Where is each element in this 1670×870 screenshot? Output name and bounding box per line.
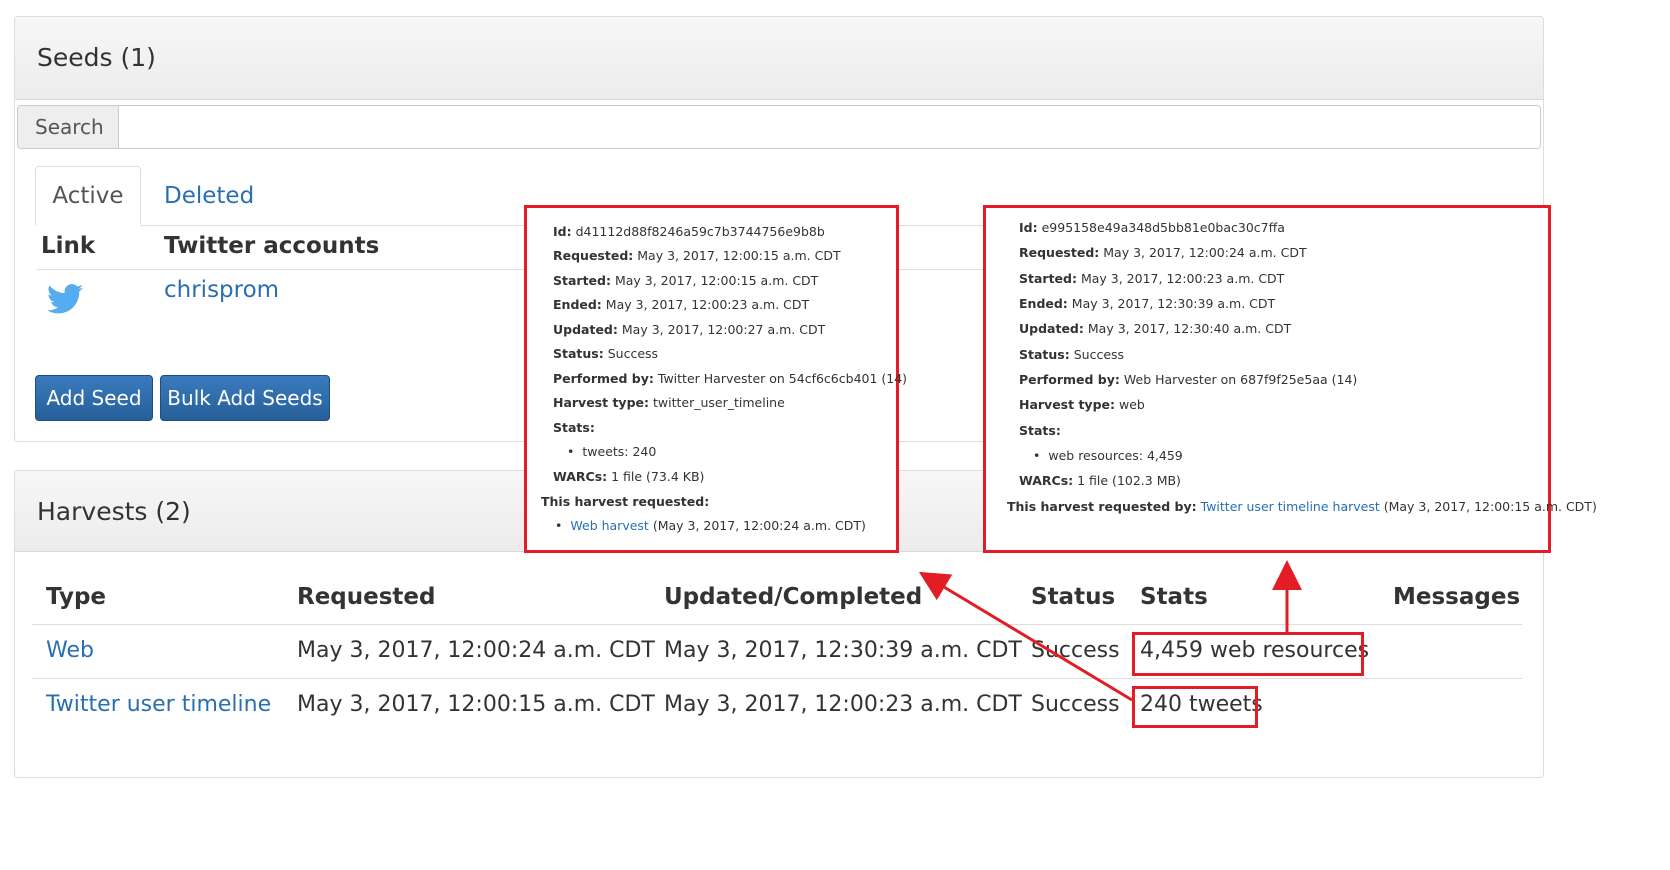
detail-id: Id: d41112d88f8246a59c7b3744756e9b8b (553, 224, 825, 239)
detail-requested: Requested: May 3, 2017, 12:00:15 a.m. CD… (553, 248, 841, 263)
detail-started: Started: May 3, 2017, 12:00:23 a.m. CDT (1019, 271, 1285, 286)
arrow-tweets-to-twitter-callout (918, 571, 1133, 702)
web-harvest-link[interactable]: Web harvest (570, 518, 648, 533)
detail-requested-heading: This harvest requested: (541, 494, 710, 509)
detail-stats-item: web resources: 4,459 (1033, 448, 1182, 463)
detail-performed-by: Performed by: Web Harvester on 687f9f25e… (1019, 372, 1358, 387)
twitter-user-timeline-harvest-link[interactable]: Twitter user timeline harvest (1201, 499, 1380, 514)
detail-updated: Updated: May 3, 2017, 12:30:40 a.m. CDT (1019, 321, 1292, 336)
detail-requested-harvest: Web harvest (May 3, 2017, 12:00:24 a.m. … (555, 518, 866, 533)
web-harvest-details-popup: Id: e995158e49a348d5bb81e0bac30c7ffa Req… (983, 205, 1597, 553)
detail-warcs: WARCs: 1 file (102.3 MB) (1019, 473, 1181, 488)
detail-status: Status: Success (553, 346, 659, 361)
detail-ended: Ended: May 3, 2017, 12:00:23 a.m. CDT (553, 297, 810, 312)
detail-harvest-type: Harvest type: web (1019, 397, 1145, 412)
tab-active[interactable]: Active (35, 166, 141, 226)
detail-stats-item: tweets: 240 (567, 444, 656, 459)
detail-performed-by: Performed by: Twitter Harvester on 54cf6… (553, 371, 908, 386)
detail-harvest-type: Harvest type: twitter_user_timeline (553, 395, 785, 410)
detail-id: Id: e995158e49a348d5bb81e0bac30c7ffa (1019, 220, 1285, 235)
detail-requested-by: This harvest requested by: Twitter user … (1007, 499, 1597, 514)
detail-requested: Requested: May 3, 2017, 12:00:24 a.m. CD… (1019, 245, 1307, 260)
detail-warcs: WARCs: 1 file (73.4 KB) (553, 469, 705, 484)
detail-updated: Updated: May 3, 2017, 12:00:27 a.m. CDT (553, 322, 826, 337)
detail-started: Started: May 3, 2017, 12:00:15 a.m. CDT (553, 273, 819, 288)
twitter-harvest-details-popup: Id: d41112d88f8246a59c7b3744756e9b8b Req… (524, 205, 907, 553)
detail-stats-label: Stats: (1019, 423, 1061, 438)
detail-status: Status: Success (1019, 347, 1125, 362)
detail-stats-label: Stats: (553, 420, 595, 435)
detail-ended: Ended: May 3, 2017, 12:30:39 a.m. CDT (1019, 296, 1276, 311)
